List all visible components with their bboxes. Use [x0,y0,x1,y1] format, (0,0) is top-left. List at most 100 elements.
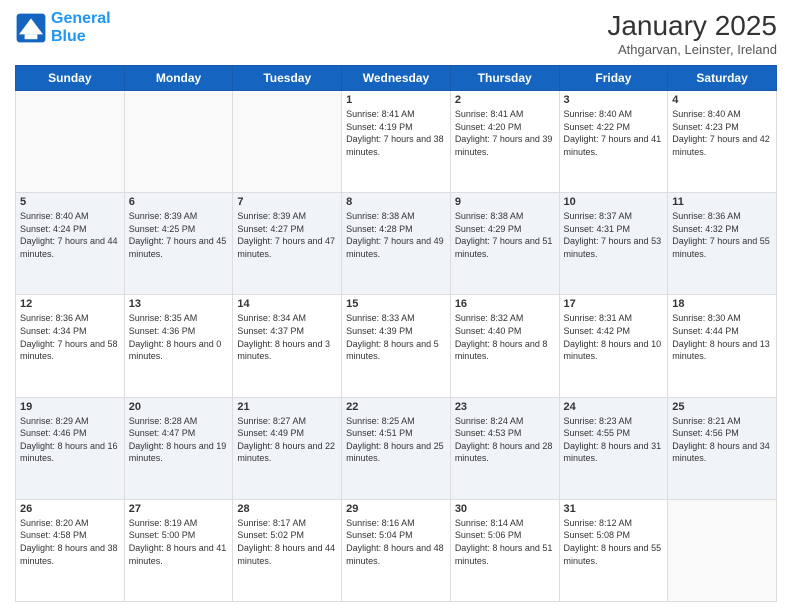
day-number: 17 [564,298,664,310]
day-number: 8 [346,196,446,208]
logo-icon [15,12,47,44]
calendar-cell: 6 Sunrise: 8:39 AM Sunset: 4:25 PM Daylig… [124,193,233,295]
calendar-cell: 22Sunrise: 8:25 AM Sunset: 4:51 PM Dayli… [342,397,451,499]
calendar-cell: 29 Sunrise: 8:16 AM Sunset: 5:04 PM Dayli… [342,499,451,601]
weekday-header-saturday: Saturday [668,66,777,91]
day-info: Sunrise: 8:12 AM Sunset: 5:08 PM Dayligh… [564,517,664,567]
day-info: Sunrise: 8:36 AM Sunset: 4:32 PM Dayligh… [672,210,772,260]
page: General Blue January 2025 Athgarvan, Lei… [0,0,792,612]
weekday-header-monday: Monday [124,66,233,91]
day-number: 14 [237,298,337,310]
calendar-cell: 23Sunrise: 8:24 AM Sunset: 4:53 PM Dayli… [450,397,559,499]
weekday-header-sunday: Sunday [16,66,125,91]
day-number: 12 [20,298,120,310]
calendar-cell: 12 Sunrise: 8:36 AM Sunset: 4:34 PM Dayli… [16,295,125,397]
calendar-cell: 9 Sunrise: 8:38 AM Sunset: 4:29 PM Daylig… [450,193,559,295]
calendar-cell: 31 Sunrise: 8:12 AM Sunset: 5:08 PM Dayli… [559,499,668,601]
day-info: Sunrise: 8:37 AM Sunset: 4:31 PM Dayligh… [564,210,664,260]
day-info: Sunrise: 8:29 AM Sunset: 4:46 PM Dayligh… [20,415,120,465]
logo-line1: General [51,10,111,27]
calendar-cell: 25 Sunrise: 8:21 AM Sunset: 4:56 PM Dayli… [668,397,777,499]
day-number: 6 [129,196,229,208]
day-info: Sunrise: 8:40 AM Sunset: 4:22 PM Dayligh… [564,108,664,158]
weekday-header-tuesday: Tuesday [233,66,342,91]
day-info: Sunrise: 8:40 AM Sunset: 4:23 PM Dayligh… [672,108,772,158]
calendar-cell [16,91,125,193]
weekday-header-thursday: Thursday [450,66,559,91]
day-number: 29 [346,503,446,515]
calendar-cell: 14 Sunrise: 8:34 AM Sunset: 4:37 PM Dayli… [233,295,342,397]
day-number: 19 [20,401,120,413]
day-info: Sunrise: 8:27 AM Sunset: 4:49 PM Dayligh… [237,415,337,465]
calendar-cell: 13 Sunrise: 8:35 AM Sunset: 4:36 PM Dayli… [124,295,233,397]
day-info: Sunrise: 8:34 AM Sunset: 4:37 PM Dayligh… [237,312,337,362]
day-info: Sunrise: 8:41 AM Sunset: 4:20 PM Dayligh… [455,108,555,158]
day-number: 2 [455,94,555,106]
day-number: 16 [455,298,555,310]
day-number: 4 [672,94,772,106]
day-info: Sunrise: 8:35 AM Sunset: 4:36 PM Dayligh… [129,312,229,362]
calendar-cell: 1Sunrise: 8:41 AM Sunset: 4:19 PM Daylig… [342,91,451,193]
calendar-week-2: 5Sunrise: 8:40 AM Sunset: 4:24 PM Daylig… [16,193,777,295]
calendar-cell: 20 Sunrise: 8:28 AM Sunset: 4:47 PM Dayli… [124,397,233,499]
calendar-cell: 19 Sunrise: 8:29 AM Sunset: 4:46 PM Dayli… [16,397,125,499]
calendar-cell: 17Sunrise: 8:31 AM Sunset: 4:42 PM Dayli… [559,295,668,397]
calendar: SundayMondayTuesdayWednesdayThursdayFrid… [15,65,777,602]
calendar-cell: 5Sunrise: 8:40 AM Sunset: 4:24 PM Daylig… [16,193,125,295]
day-number: 21 [237,401,337,413]
day-number: 26 [20,503,120,515]
weekday-header-row: SundayMondayTuesdayWednesdayThursdayFrid… [16,66,777,91]
weekday-header-wednesday: Wednesday [342,66,451,91]
day-number: 7 [237,196,337,208]
calendar-week-5: 26 Sunrise: 8:20 AM Sunset: 4:58 PM Dayli… [16,499,777,601]
day-number: 13 [129,298,229,310]
day-info: Sunrise: 8:23 AM Sunset: 4:55 PM Dayligh… [564,415,664,465]
calendar-cell [124,91,233,193]
day-info: Sunrise: 8:39 AM Sunset: 4:25 PM Dayligh… [129,210,229,260]
calendar-cell [668,499,777,601]
day-info: Sunrise: 8:20 AM Sunset: 4:58 PM Dayligh… [20,517,120,567]
day-info: Sunrise: 8:39 AM Sunset: 4:27 PM Dayligh… [237,210,337,260]
header: General Blue January 2025 Athgarvan, Lei… [15,10,777,57]
day-info: Sunrise: 8:16 AM Sunset: 5:04 PM Dayligh… [346,517,446,567]
day-number: 28 [237,503,337,515]
day-number: 18 [672,298,772,310]
calendar-cell [233,91,342,193]
day-info: Sunrise: 8:33 AM Sunset: 4:39 PM Dayligh… [346,312,446,362]
day-number: 24 [564,401,664,413]
calendar-week-1: 1Sunrise: 8:41 AM Sunset: 4:19 PM Daylig… [16,91,777,193]
day-number: 9 [455,196,555,208]
calendar-cell: 18 Sunrise: 8:30 AM Sunset: 4:44 PM Dayli… [668,295,777,397]
calendar-cell: 16 Sunrise: 8:32 AM Sunset: 4:40 PM Dayli… [450,295,559,397]
day-info: Sunrise: 8:30 AM Sunset: 4:44 PM Dayligh… [672,312,772,362]
day-info: Sunrise: 8:19 AM Sunset: 5:00 PM Dayligh… [129,517,229,567]
calendar-cell: 30Sunrise: 8:14 AM Sunset: 5:06 PM Dayli… [450,499,559,601]
calendar-cell: 26 Sunrise: 8:20 AM Sunset: 4:58 PM Dayli… [16,499,125,601]
day-number: 15 [346,298,446,310]
day-info: Sunrise: 8:38 AM Sunset: 4:28 PM Dayligh… [346,210,446,260]
calendar-cell: 27 Sunrise: 8:19 AM Sunset: 5:00 PM Dayli… [124,499,233,601]
calendar-cell: 11Sunrise: 8:36 AM Sunset: 4:32 PM Dayli… [668,193,777,295]
day-info: Sunrise: 8:28 AM Sunset: 4:47 PM Dayligh… [129,415,229,465]
calendar-cell: 8 Sunrise: 8:38 AM Sunset: 4:28 PM Daylig… [342,193,451,295]
day-number: 25 [672,401,772,413]
calendar-cell: 2 Sunrise: 8:41 AM Sunset: 4:20 PM Daylig… [450,91,559,193]
day-info: Sunrise: 8:38 AM Sunset: 4:29 PM Dayligh… [455,210,555,260]
calendar-week-3: 12 Sunrise: 8:36 AM Sunset: 4:34 PM Dayli… [16,295,777,397]
logo-text: General Blue [51,10,111,45]
day-number: 30 [455,503,555,515]
header-right: January 2025 Athgarvan, Leinster, Irelan… [607,10,777,57]
day-number: 22 [346,401,446,413]
calendar-cell: 24 Sunrise: 8:23 AM Sunset: 4:55 PM Dayli… [559,397,668,499]
day-number: 20 [129,401,229,413]
day-number: 3 [564,94,664,106]
day-number: 27 [129,503,229,515]
day-info: Sunrise: 8:36 AM Sunset: 4:34 PM Dayligh… [20,312,120,362]
calendar-cell: 4 Sunrise: 8:40 AM Sunset: 4:23 PM Daylig… [668,91,777,193]
weekday-header-friday: Friday [559,66,668,91]
day-info: Sunrise: 8:32 AM Sunset: 4:40 PM Dayligh… [455,312,555,362]
calendar-week-4: 19 Sunrise: 8:29 AM Sunset: 4:46 PM Dayli… [16,397,777,499]
day-info: Sunrise: 8:21 AM Sunset: 4:56 PM Dayligh… [672,415,772,465]
calendar-cell: 7 Sunrise: 8:39 AM Sunset: 4:27 PM Daylig… [233,193,342,295]
day-number: 31 [564,503,664,515]
